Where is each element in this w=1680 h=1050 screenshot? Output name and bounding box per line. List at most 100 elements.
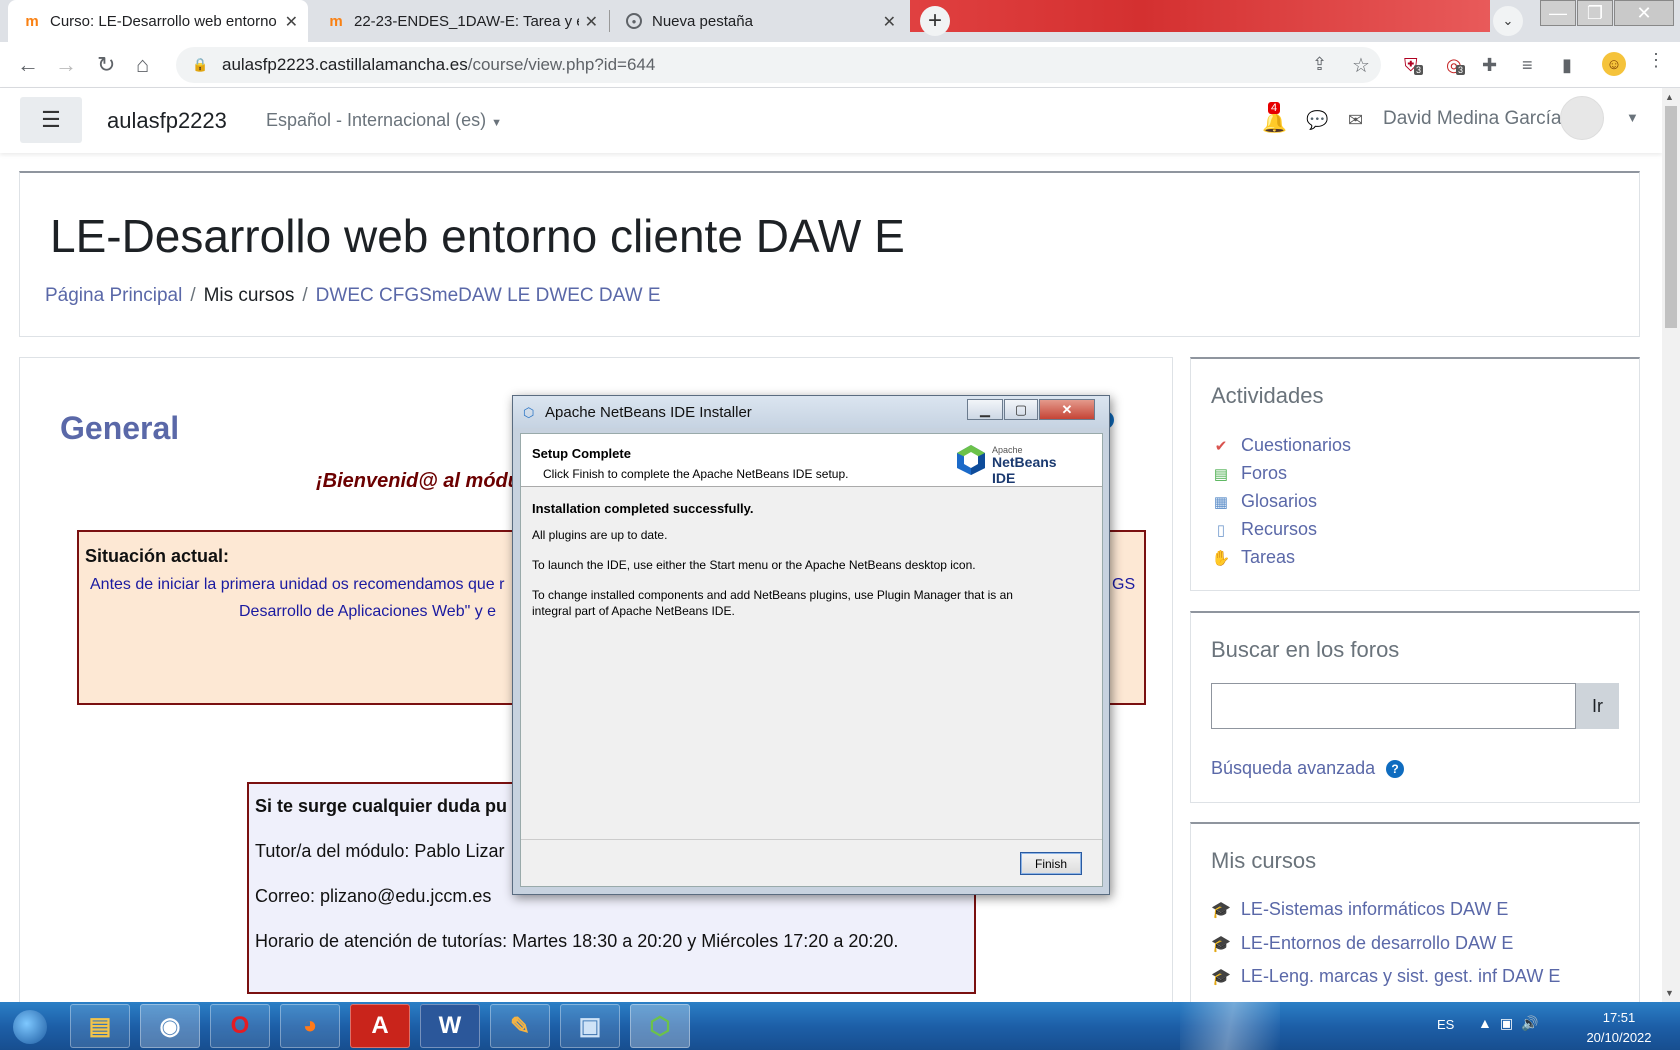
course-label: LE-Entornos de desarrollo DAW E xyxy=(1240,933,1514,953)
course-link[interactable]: 🎓 LE-Entornos de desarrollo DAW E xyxy=(1211,933,1513,954)
dialog-close-button[interactable]: ✕ xyxy=(1039,399,1095,420)
paint-icon[interactable]: ✎ xyxy=(490,1004,550,1048)
dialog-titlebar[interactable]: ⬡ Apache NetBeans IDE Installer ▁ ▢ ✕ xyxy=(513,396,1109,428)
tab-title: 22-23-ENDES_1DAW-E: Tarea y evaluación xyxy=(354,12,579,30)
windows-logo-icon xyxy=(13,1010,47,1044)
lock-icon[interactable]: 🔒 xyxy=(192,57,210,73)
help-icon[interactable]: ? xyxy=(1386,760,1404,778)
finish-button[interactable]: Finish xyxy=(1020,852,1082,875)
start-button[interactable] xyxy=(6,1005,54,1049)
close-window-button[interactable]: ✕ xyxy=(1614,0,1674,26)
forward-arrow-icon[interactable]: → xyxy=(55,52,77,78)
scrollbar-thumb[interactable] xyxy=(1665,106,1677,328)
profile-avatar-icon[interactable]: ☺ xyxy=(1602,52,1626,76)
dialog-maximize-button[interactable]: ▢ xyxy=(1004,399,1038,420)
word-icon[interactable]: W xyxy=(420,1004,480,1048)
close-icon[interactable]: ✕ xyxy=(883,12,896,32)
breadcrumb: Página Principal / Mis cursos / DWEC CFGSmeD… xyxy=(45,285,661,307)
menu-kebab-icon[interactable]: ⋮ xyxy=(1647,50,1665,71)
mail-icon[interactable]: ✉ xyxy=(1348,110,1363,131)
plugin-manager-message: To change installed components and add N… xyxy=(532,588,1013,618)
activity-link-cuestionarios[interactable]: ✔ Cuestionarios xyxy=(1211,435,1351,456)
bookmark-star-icon[interactable]: ☆ xyxy=(1352,53,1370,78)
maximize-window-button[interactable]: ❐ xyxy=(1577,0,1613,26)
browser-tab-strip: m Curso: LE-Desarrollo web entorno clien… xyxy=(0,0,1680,42)
tab-endes[interactable]: m 22-23-ENDES_1DAW-E: Tarea y evaluación… xyxy=(312,0,608,42)
graduation-cap-icon: 🎓 xyxy=(1211,901,1231,919)
setup-complete-title: Setup Complete xyxy=(532,446,631,461)
breadcrumb-mis-cursos[interactable]: Mis cursos xyxy=(204,285,295,306)
side-panel-icon[interactable]: ▮ xyxy=(1562,55,1572,76)
forum-search-button[interactable]: Ir xyxy=(1576,683,1619,729)
installer-dialog: ⬡ Apache NetBeans IDE Installer ▁ ▢ ✕ Se… xyxy=(512,395,1110,895)
reload-icon[interactable]: ↻ xyxy=(97,52,115,78)
file-explorer-icon[interactable]: ▤ xyxy=(70,1004,130,1048)
scroll-up-arrow-icon[interactable]: ▲ xyxy=(1665,92,1674,102)
browser-toolbar: ← → ↻ ⌂ 🔒 aulasfp2223.castillalamancha.e… xyxy=(0,42,1680,88)
taskbar-glow xyxy=(1180,1002,1280,1050)
assignment-icon: ✋ xyxy=(1211,549,1231,567)
activity-link-recursos[interactable]: ▯ Recursos xyxy=(1211,519,1317,540)
extension-badge: 3 xyxy=(1414,65,1424,75)
situacion-text-line2: Desarrollo de Aplicaciones Web" y e xyxy=(239,603,497,620)
close-icon[interactable]: ✕ xyxy=(585,12,598,32)
reading-list-icon[interactable]: ≡ xyxy=(1522,55,1533,76)
breadcrumb-separator: / xyxy=(302,285,308,306)
hamburger-menu-button[interactable]: ☰ xyxy=(20,97,82,143)
breadcrumb-home-link[interactable]: Página Principal xyxy=(45,285,182,306)
new-tab-button[interactable]: + xyxy=(920,6,950,36)
control-panel-icon[interactable]: ▣ xyxy=(560,1004,620,1048)
site-navbar: ☰ aulasfp2223 Español - Internacional (e… xyxy=(0,88,1662,153)
activity-label: Cuestionarios xyxy=(1241,435,1352,455)
scroll-down-arrow-icon[interactable]: ▼ xyxy=(1665,988,1674,998)
messages-chat-icon[interactable]: 💬 xyxy=(1306,110,1328,131)
breadcrumb-course-link[interactable]: DWEC CFGSmeDAW LE DWEC DAW E xyxy=(316,285,661,306)
activity-label: Foros xyxy=(1241,463,1288,483)
extensions-puzzle-icon[interactable]: ✚ xyxy=(1482,55,1497,76)
activity-link-glosarios[interactable]: ▦ Glosarios xyxy=(1211,491,1317,512)
activity-link-foros[interactable]: ▤ Foros xyxy=(1211,463,1287,484)
plugins-message: All plugins are up to date. xyxy=(532,528,668,542)
dialog-header: Setup Complete Click Finish to complete … xyxy=(521,434,1102,487)
input-language[interactable]: ES xyxy=(1437,1017,1454,1032)
tutor-line: Tutor/a del módulo: Pablo Lizar xyxy=(255,841,505,861)
tab-title: Nueva pestaña xyxy=(652,12,753,30)
welcome-heading: ¡Bienvenid@ al módu xyxy=(316,470,520,492)
netbeans-cube-icon: ⬡ xyxy=(523,405,535,420)
firefox-icon[interactable]: ◕ xyxy=(280,1004,340,1048)
tab-search-button[interactable]: ⌄ xyxy=(1493,6,1523,36)
site-brand[interactable]: aulasfp2223 xyxy=(107,108,227,134)
netbeans-installer-icon[interactable]: ⬡ xyxy=(630,1004,690,1048)
address-bar[interactable]: 🔒 aulasfp2223.castillalamancha.es/course… xyxy=(176,47,1381,83)
activity-link-tareas[interactable]: ✋ Tareas xyxy=(1211,547,1295,568)
chrome-icon[interactable]: ◉ xyxy=(140,1004,200,1048)
course-link[interactable]: 🎓 LE-Sistemas informáticos DAW E xyxy=(1211,899,1508,920)
minimize-window-button[interactable]: — xyxy=(1540,0,1576,26)
back-arrow-icon[interactable]: ← xyxy=(17,52,39,78)
acrobat-icon[interactable]: A xyxy=(350,1004,410,1048)
language-selector[interactable]: Español - Internacional (es) ▼ xyxy=(266,110,502,131)
opera-icon[interactable]: O xyxy=(210,1004,270,1048)
forum-icon: ▤ xyxy=(1213,465,1229,483)
tab-new-tab[interactable]: ● Nueva pestaña ✕ xyxy=(610,0,906,42)
advanced-search-link[interactable]: Búsqueda avanzada xyxy=(1211,758,1375,779)
user-menu-caret-icon[interactable]: ▼ xyxy=(1626,110,1639,125)
share-icon[interactable]: ⇪ xyxy=(1312,54,1327,75)
graduation-cap-icon: 🎓 xyxy=(1211,935,1231,953)
tab-course[interactable]: m Curso: LE-Desarrollo web entorno clien… xyxy=(8,0,308,42)
forum-search-input[interactable] xyxy=(1211,683,1576,729)
user-avatar[interactable] xyxy=(1560,96,1604,140)
situacion-text-tail: GS xyxy=(1112,576,1136,593)
close-icon[interactable]: ✕ xyxy=(285,12,298,32)
system-tray-icons[interactable]: ▲▣🔊 xyxy=(1478,1015,1547,1032)
dialog-footer: Finish xyxy=(521,839,1102,886)
resource-icon: ▯ xyxy=(1216,521,1226,539)
extension-badge: 3 xyxy=(1456,65,1466,75)
home-icon[interactable]: ⌂ xyxy=(136,52,149,78)
activity-label: Glosarios xyxy=(1241,491,1318,511)
launch-message: To launch the IDE, use either the Start … xyxy=(532,558,976,572)
clock[interactable]: 17:51 20/10/2022 xyxy=(1574,1008,1664,1048)
course-link[interactable]: 🎓 LE-Leng. marcas y sist. gest. inf DAW E xyxy=(1211,966,1560,987)
user-name[interactable]: David Medina García xyxy=(1383,108,1561,130)
dialog-minimize-button[interactable]: ▁ xyxy=(967,399,1003,420)
